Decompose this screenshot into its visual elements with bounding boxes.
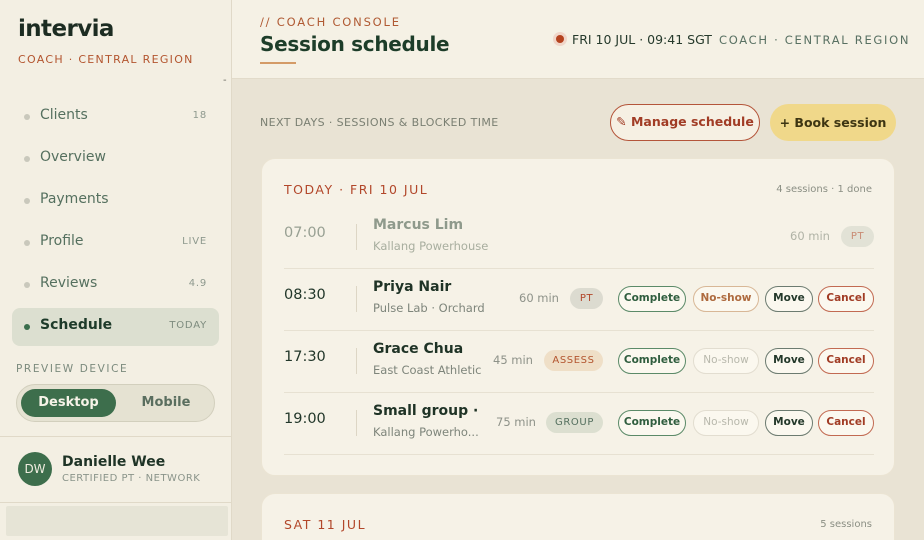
bullet-icon [24,240,30,246]
session-client: Priya Nair [373,279,452,295]
divider [356,224,357,250]
divider [356,348,357,374]
sidebar-item-badge: LIVE [182,236,207,247]
session-row[interactable]: 17:30 Grace Chua East Coast Athletic 45 … [284,331,874,393]
session-duration: 60 min [519,291,559,305]
session-location: Kallang Powerhouse [373,239,489,253]
bullet-icon [24,198,30,204]
sidebar-item-count: 18 [192,110,207,121]
session-time: 07:00 [284,225,326,241]
session-client: Marcus Lim [373,217,464,233]
bullet-icon [24,282,30,288]
sidebar-footer [6,506,228,536]
sidebar-item-reviews[interactable]: Reviews 4.9 [12,266,219,304]
session-duration: 75 min [496,415,536,429]
sidebar-item-profile[interactable]: Profile LIVE [12,224,219,262]
manage-schedule-button[interactable]: ✎ Manage schedule [610,104,760,141]
session-location: East Coast Athletic [373,363,482,377]
sidebar-item-label: Profile [40,233,84,249]
no-show-button[interactable]: No-show [693,410,759,436]
day-card-today: TODAY · FRI 10 JUL 4 sessions · 1 done 0… [261,158,895,476]
brand-subtitle: COACH · CENTRAL REGION [18,53,194,66]
session-client: Small group · … [373,403,483,419]
bullet-icon [24,114,30,120]
move-button[interactable]: Move [765,286,813,312]
cancel-button[interactable]: Cancel [818,286,874,312]
no-show-button[interactable]: No-show [693,286,759,312]
day-meta: 4 sessions · 1 done [776,184,872,195]
preview-mobile-option[interactable]: Mobile [120,389,212,417]
session-time: 17:30 [284,349,326,365]
book-session-button[interactable]: + Book session [770,104,896,141]
cancel-button[interactable]: Cancel [818,410,874,436]
complete-button[interactable]: Complete [618,410,686,436]
sidebar-item-label: Clients [40,107,88,123]
sidebar-item-clients[interactable]: Clients 18 [12,98,219,136]
avatar[interactable]: DW [18,452,52,486]
sidebar-item-label: Reviews [40,275,98,291]
preview-device-toggle: Desktop Mobile [16,384,215,422]
move-button[interactable]: Move [765,410,813,436]
session-row[interactable]: 07:00 Marcus Lim Kallang Powerhouse 60 m… [284,207,874,269]
session-location: Kallang Powerho... [373,425,479,439]
move-button[interactable]: Move [765,348,813,374]
day-title: SAT 11 JUL [284,517,367,532]
title-underline [260,62,296,64]
sidebar-item-label: Schedule [40,317,113,333]
brand-dash: - [223,75,227,86]
sidebar-item-payments[interactable]: Payments [12,182,219,220]
user-role: CERTIFIED PT · NETWORK [62,473,201,484]
session-type-badge: GROUP [546,412,603,433]
complete-button[interactable]: Complete [618,286,686,312]
session-type-badge: PT [570,288,603,309]
divider [356,286,357,312]
bullet-icon [24,324,30,330]
page-header: // COACH CONSOLE Session schedule FRI 10… [232,0,924,79]
sidebar-item-label: Payments [40,191,109,207]
day-card-sat: SAT 11 JUL 5 sessions [261,493,895,540]
no-show-button[interactable]: No-show [693,348,759,374]
sidebar-item-overview[interactable]: Overview [12,140,219,178]
session-duration: 60 min [790,229,830,243]
bullet-icon [24,156,30,162]
divider [356,410,357,436]
session-duration: 45 min [493,353,533,367]
session-type-badge: PT [841,226,874,247]
session-row[interactable]: 08:30 Priya Nair Pulse Lab · Orchard 60 … [284,269,874,331]
day-title: TODAY · FRI 10 JUL [284,182,429,197]
session-type-badge: ASSESS [544,350,603,371]
live-status-icon [556,35,564,43]
session-time: 08:30 [284,287,326,303]
page-title: Session schedule [260,32,450,56]
session-time: 19:00 [284,411,326,427]
brand-logo[interactable]: intervia [18,16,114,42]
sidebar-item-label: Overview [40,149,106,165]
date-time: FRI 10 JUL · 09:41 SGT [572,32,712,47]
divider [0,436,232,437]
user-name: Danielle Wee [62,454,166,470]
section-label: NEXT DAYS · SESSIONS & BLOCKED TIME [260,116,499,129]
session-location: Pulse Lab · Orchard [373,301,485,315]
preview-desktop-option[interactable]: Desktop [21,389,116,417]
session-client: Grace Chua [373,341,464,357]
day-meta: 5 sessions [820,519,872,530]
sidebar: intervia COACH · CENTRAL REGION - Client… [0,0,232,540]
divider [0,502,232,503]
cancel-button[interactable]: Cancel [818,348,874,374]
preview-device-label: PREVIEW DEVICE [16,363,129,375]
breadcrumb: // COACH CONSOLE [260,15,401,29]
sidebar-item-schedule[interactable]: Schedule TODAY [12,308,219,346]
region-label: COACH · CENTRAL REGION [719,33,911,47]
session-row[interactable]: 19:00 Small group · … Kallang Powerho...… [284,393,874,455]
sidebar-item-badge: TODAY [169,320,207,331]
complete-button[interactable]: Complete [618,348,686,374]
sidebar-item-rating: 4.9 [188,278,207,289]
